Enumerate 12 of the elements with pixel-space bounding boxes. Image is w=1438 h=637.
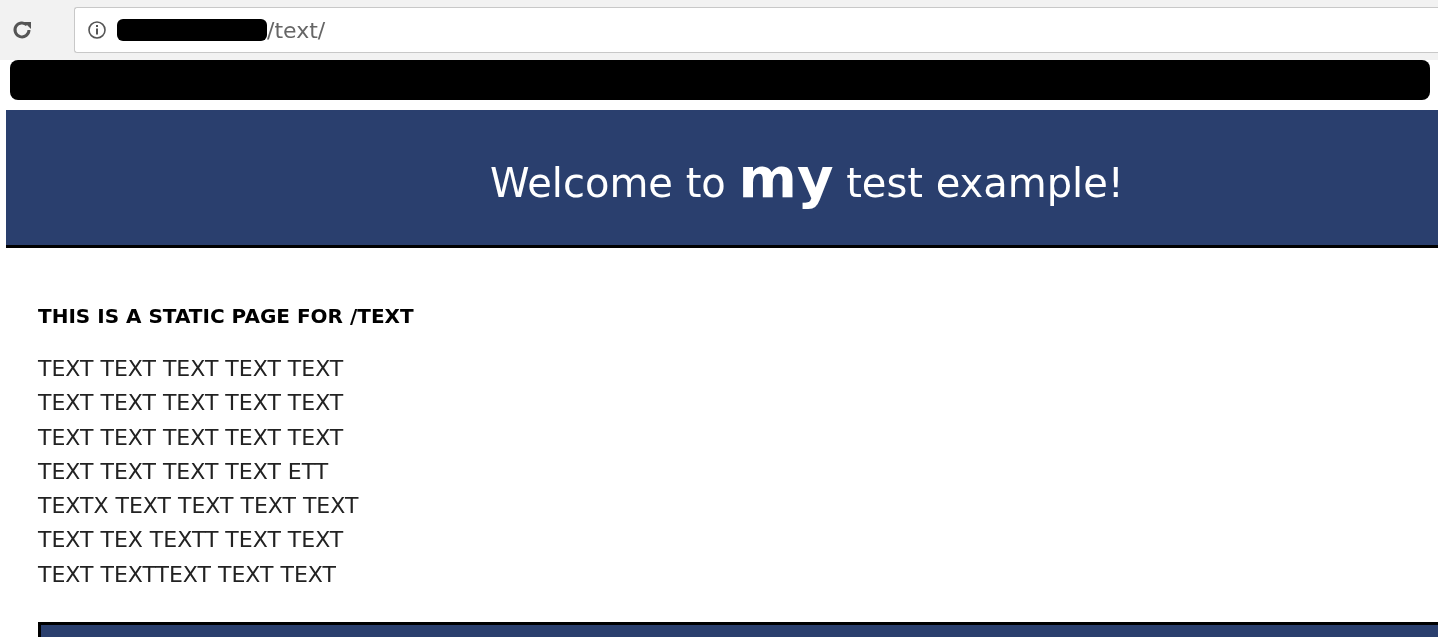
text-line: TEXT TEX TEXTT TEXT TEXT: [38, 526, 345, 555]
text-line: TEXT TEXT TEXT TEXT ETT: [38, 457, 330, 486]
address-bar[interactable]: /text/: [74, 7, 1438, 53]
text-line: TEXT TEXT TEXT TEXT TEXT: [38, 389, 345, 418]
page-heading: THIS IS A STATIC PAGE FOR /TEXT: [38, 304, 415, 328]
text-line: TEXT TEXT TEXT TEXT TEXT: [38, 355, 345, 383]
url-text: /text/: [267, 17, 326, 43]
text-line: TEXT TEXTTEXT TEXT TEXT: [38, 560, 337, 589]
text-line: TEXT TEXT TEXT TEXT TEXT: [38, 423, 345, 452]
text-line: TEXTX TEXT TEXT TEXT TEXT: [38, 492, 360, 521]
info-icon[interactable]: [87, 20, 107, 40]
page-title: Welcome to my test example!: [490, 145, 1124, 210]
